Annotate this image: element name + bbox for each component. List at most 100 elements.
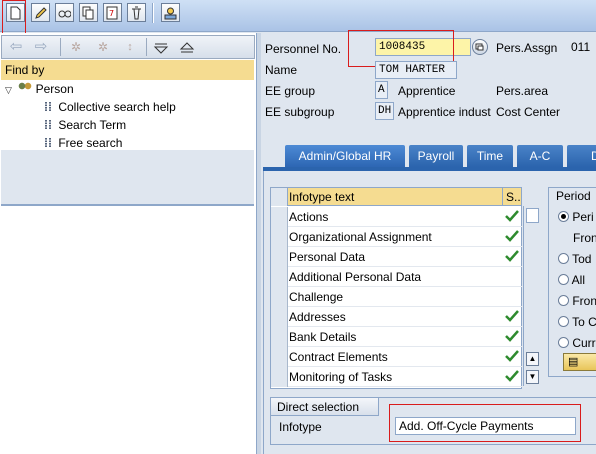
filter-down-button[interactable]: [152, 39, 174, 56]
search-help-icon: [475, 43, 484, 51]
checkmark-icon: [505, 329, 519, 346]
overview-button[interactable]: [161, 3, 180, 22]
radio-button[interactable]: [558, 295, 569, 306]
expand-all-button[interactable]: ✲: [65, 39, 87, 56]
table-row[interactable]: Bank Details: [271, 327, 529, 347]
display-button[interactable]: [55, 3, 74, 22]
table-row[interactable]: Addresses: [271, 307, 529, 327]
collapse-icon: ✲: [97, 40, 109, 54]
infotype-text-cell: Bank Details: [289, 330, 357, 344]
scroll-up-button[interactable]: ▲: [526, 352, 539, 366]
tree-empty-area: [1, 150, 254, 206]
period-execute-button[interactable]: ▤: [563, 353, 596, 371]
period-option-label: Fron: [573, 231, 596, 245]
checkmark-icon: [505, 369, 519, 386]
change-button[interactable]: [31, 3, 50, 22]
row-selector[interactable]: [271, 307, 288, 327]
sort-icon: ↕: [127, 41, 133, 53]
column-header-infotype-text[interactable]: Infotype text: [289, 190, 354, 204]
radio-button[interactable]: [558, 211, 569, 222]
row-selector[interactable]: [271, 247, 288, 267]
pers-assgn-value[interactable]: 011: [568, 38, 596, 56]
table-row[interactable]: Organizational Assignment: [271, 227, 529, 247]
infotype-label: Infotype: [279, 420, 322, 434]
collapse-triangle-icon[interactable]: ▽: [5, 85, 12, 95]
tab-admin-global-hr[interactable]: Admin/Global HR: [285, 145, 405, 169]
search-help-button[interactable]: [472, 39, 488, 55]
copy-button[interactable]: [79, 3, 98, 22]
column-header-status[interactable]: S..: [506, 190, 521, 204]
period-radio-option[interactable]: To C: [558, 315, 596, 329]
table-row[interactable]: Monitoring of Tasks: [271, 367, 529, 387]
period-radio-option[interactable]: Tod: [558, 252, 591, 266]
tree-item-label: Free search: [58, 136, 123, 150]
period-option-label: To C: [572, 315, 596, 329]
triangle-down-icon: ▼: [528, 372, 537, 381]
find-by-header: Find by: [1, 60, 254, 80]
period-option-label: All: [571, 273, 586, 287]
scroll-down-button[interactable]: ▼: [526, 370, 539, 384]
infotype-text-cell: Additional Personal Data: [289, 270, 422, 284]
period-radio-option[interactable]: Curr: [558, 336, 596, 350]
tab-payroll[interactable]: Payroll: [409, 145, 463, 167]
table-row[interactable]: Personal Data: [271, 247, 529, 267]
radio-button[interactable]: [558, 316, 569, 327]
row-selector[interactable]: [271, 227, 288, 247]
expand-icon: ✲: [70, 40, 82, 54]
settings-button[interactable]: ↕: [119, 39, 141, 56]
delete-button[interactable]: [127, 3, 146, 22]
infotype-table: Infotype text S.. Actions Organizational …: [270, 187, 529, 389]
table-row[interactable]: Challenge: [271, 287, 529, 307]
row-selector[interactable]: [271, 347, 288, 367]
period-radio-option[interactable]: Fron: [558, 294, 596, 308]
overview-icon: [164, 7, 177, 20]
tree-item-collective-search[interactable]: ⁞⁞ Collective search help: [44, 98, 176, 116]
checkmark-icon: [505, 309, 519, 326]
row-selector[interactable]: [271, 287, 288, 307]
back-button[interactable]: ⇦: [5, 39, 27, 56]
period-option-label: Curr: [572, 336, 596, 350]
search-help-icon: ⁞⁞: [44, 100, 52, 114]
table-row[interactable]: Contract Elements: [271, 347, 529, 367]
search-help-icon: ⁞⁞: [44, 136, 52, 150]
radio-button[interactable]: [558, 253, 569, 264]
period-option-label: Fron: [572, 294, 596, 308]
tab-a-c[interactable]: A-C: [517, 145, 563, 167]
table-row[interactable]: Actions: [271, 207, 529, 227]
period-title: Period: [556, 189, 591, 203]
infotype-text-cell: Personal Data: [289, 250, 366, 264]
row-selector[interactable]: [271, 327, 288, 347]
scrollbar-thumb[interactable]: [526, 208, 539, 223]
ee-subgroup-text: Apprentice indust: [398, 105, 491, 119]
tree-item-search-term[interactable]: ⁞⁞ Search Term: [44, 116, 126, 134]
period-radio-option[interactable]: All: [558, 273, 585, 287]
radio-button[interactable]: [558, 274, 569, 285]
period-sub-label: Fron: [573, 231, 596, 245]
delimit-icon: 7: [106, 6, 118, 20]
filter-up-button[interactable]: [178, 39, 200, 56]
tab-d[interactable]: D: [567, 145, 596, 167]
table-scrollbar[interactable]: ▲ ▼: [523, 206, 540, 386]
period-option-label: Peri: [572, 210, 594, 224]
period-radio-option[interactable]: Peri: [558, 210, 594, 224]
forward-button[interactable]: ⇨: [30, 39, 52, 56]
collapse-all-button[interactable]: ✲: [92, 39, 114, 56]
tab-time[interactable]: Time: [467, 145, 513, 167]
find-by-tree: ▽ Person ⁞⁞ Collective search help ⁞⁞ Se…: [1, 80, 254, 150]
table-row[interactable]: Additional Personal Data: [271, 267, 529, 287]
row-selector[interactable]: [271, 367, 288, 387]
ee-group-text: Apprentice: [398, 84, 456, 98]
svg-text:7: 7: [109, 9, 114, 18]
row-selector[interactable]: [271, 267, 288, 287]
highlight-infotype-input: [389, 404, 581, 442]
delimit-button[interactable]: 7: [103, 3, 122, 22]
infotype-text-cell: Contract Elements: [289, 350, 388, 364]
tree-item-label: Collective search help: [58, 100, 176, 114]
row-selector[interactable]: [271, 207, 288, 227]
radio-button[interactable]: [558, 337, 569, 348]
infotype-text-cell: Addresses: [289, 310, 346, 324]
tree-node-person[interactable]: ▽ Person: [5, 80, 74, 98]
search-help-icon: ⁞⁞: [44, 118, 52, 132]
copy-icon: [82, 6, 94, 20]
name-value: TOM HARTER: [375, 61, 457, 79]
